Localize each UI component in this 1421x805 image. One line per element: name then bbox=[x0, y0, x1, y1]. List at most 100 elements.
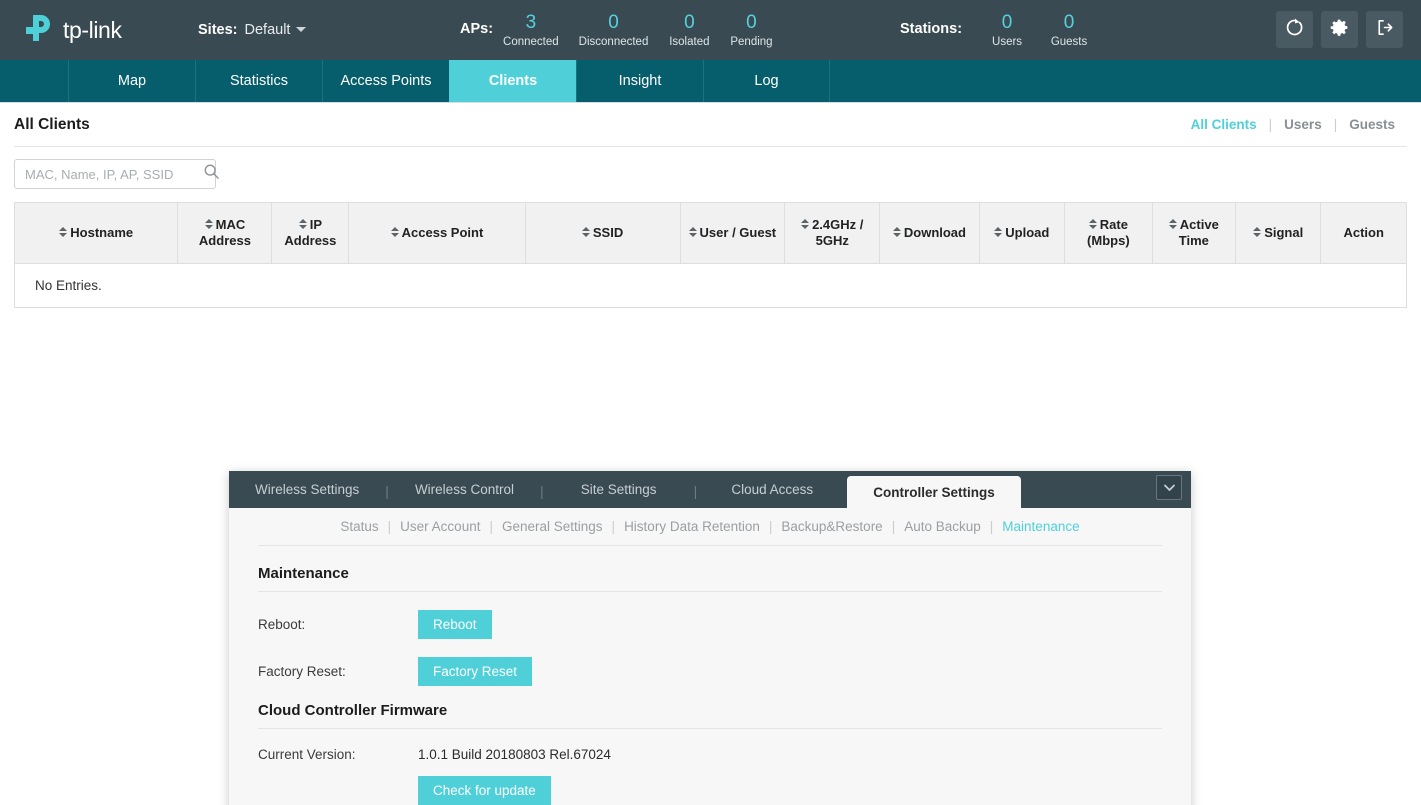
col-label: Access Point bbox=[401, 225, 484, 240]
sort-icon bbox=[204, 219, 213, 229]
current-version-label: Current Version: bbox=[258, 747, 356, 762]
factory-reset-row: Factory Reset: Factory Reset bbox=[258, 657, 1162, 686]
controller-settings-subtabs: Status | User Account | General Settings… bbox=[258, 508, 1162, 546]
stat-aps-pending[interactable]: 0 Pending bbox=[720, 12, 782, 49]
stat-value: 3 bbox=[525, 12, 537, 33]
sort-icon bbox=[892, 227, 901, 237]
search-input[interactable] bbox=[23, 165, 203, 183]
main-navigation: Map Statistics Access Points Clients Ins… bbox=[0, 60, 1421, 103]
sites-label: Sites: bbox=[198, 22, 238, 38]
stat-value: 0 bbox=[608, 12, 619, 33]
sort-icon bbox=[581, 227, 590, 237]
refresh-button[interactable] bbox=[1276, 11, 1313, 48]
col-label: User / Guest bbox=[699, 225, 777, 240]
reboot-button[interactable]: Reboot bbox=[418, 610, 492, 639]
panel-tab-site-settings[interactable]: Site Settings bbox=[544, 471, 694, 508]
factory-reset-label: Factory Reset: bbox=[258, 664, 346, 679]
table-header-row: Hostname MAC Address IP Address Access P… bbox=[13, 202, 1407, 264]
top-header-bar: tp-link Sites: Default APs: 3 Connected … bbox=[0, 0, 1421, 60]
sort-icon bbox=[688, 227, 697, 237]
chevron-down-icon bbox=[296, 27, 307, 32]
col-action: Action bbox=[1320, 202, 1407, 264]
check-for-update-button[interactable]: Check for update bbox=[418, 776, 551, 805]
factory-reset-button[interactable]: Factory Reset bbox=[418, 657, 533, 686]
nav-item-statistics[interactable]: Statistics bbox=[195, 60, 322, 102]
stat-aps-connected[interactable]: 3 Connected bbox=[493, 12, 569, 49]
sort-icon bbox=[1168, 219, 1177, 229]
panel-tab-cloud-access[interactable]: Cloud Access bbox=[697, 471, 847, 508]
sort-icon bbox=[390, 227, 399, 237]
logout-button[interactable] bbox=[1366, 11, 1403, 48]
brand-logo[interactable]: tp-link bbox=[22, 11, 150, 49]
refresh-icon bbox=[1284, 17, 1305, 43]
empty-message: No Entries. bbox=[14, 263, 1407, 308]
col-active-time[interactable]: Active Time bbox=[1151, 202, 1236, 264]
col-label: Active Time bbox=[1178, 217, 1219, 248]
subtab-general-settings[interactable]: General Settings bbox=[493, 519, 612, 534]
panel-tab-controller-settings[interactable]: Controller Settings bbox=[847, 476, 1021, 508]
col-band[interactable]: 2.4GHz / 5GHz bbox=[784, 202, 881, 264]
subtab-maintenance[interactable]: Maintenance bbox=[993, 519, 1088, 534]
client-filter-links: All Clients | Users | Guests bbox=[1179, 117, 1407, 132]
subtab-backup-restore[interactable]: Backup&Restore bbox=[772, 519, 891, 534]
sort-icon bbox=[994, 227, 1003, 237]
stat-stations-guests[interactable]: 0 Guests bbox=[1038, 12, 1100, 49]
stat-caption: Guests bbox=[1050, 36, 1088, 48]
col-label: IP Address bbox=[284, 217, 337, 248]
col-mac-address[interactable]: MAC Address bbox=[177, 202, 273, 264]
nav-item-map[interactable]: Map bbox=[68, 60, 195, 102]
stat-value: 0 bbox=[746, 12, 757, 33]
current-version-value: 1.0.1 Build 20180803 Rel.67024 bbox=[418, 747, 611, 762]
search-icon[interactable] bbox=[203, 163, 220, 185]
panel-collapse-button[interactable] bbox=[1156, 475, 1182, 500]
nav-item-log[interactable]: Log bbox=[703, 60, 830, 102]
filter-users[interactable]: Users bbox=[1272, 117, 1334, 132]
stat-aps-disconnected[interactable]: 0 Disconnected bbox=[569, 12, 659, 49]
panel-tab-wireless-control[interactable]: Wireless Control bbox=[389, 471, 540, 508]
settings-panel: Wireless Settings | Wireless Control | S… bbox=[229, 471, 1191, 805]
col-label: Action bbox=[1343, 225, 1384, 240]
aps-stats-group: APs: 3 Connected 0 Disconnected 0 Isolat… bbox=[460, 12, 783, 49]
col-hostname[interactable]: Hostname bbox=[13, 202, 179, 264]
filter-guests[interactable]: Guests bbox=[1337, 117, 1407, 132]
col-ip-address[interactable]: IP Address bbox=[271, 202, 350, 264]
subtab-history-data-retention[interactable]: History Data Retention bbox=[615, 519, 769, 534]
stat-stations-users[interactable]: 0 Users bbox=[976, 12, 1038, 49]
nav-left-spacer bbox=[0, 60, 68, 102]
stat-aps-isolated[interactable]: 0 Isolated bbox=[658, 12, 720, 49]
col-label: SSID bbox=[592, 225, 624, 240]
col-ssid[interactable]: SSID bbox=[524, 202, 681, 264]
stat-caption: Isolated bbox=[669, 36, 710, 48]
subtab-user-account[interactable]: User Account bbox=[391, 519, 489, 534]
search-row bbox=[14, 147, 1407, 202]
sort-icon bbox=[298, 219, 307, 229]
aps-label: APs: bbox=[460, 21, 494, 37]
site-selector[interactable]: Sites: Default bbox=[198, 22, 307, 38]
chevron-down-icon bbox=[1163, 479, 1176, 497]
nav-item-clients[interactable]: Clients bbox=[449, 60, 576, 102]
subtab-status[interactable]: Status bbox=[331, 519, 387, 534]
stations-stats-group: Stations: 0 Users 0 Guests bbox=[900, 12, 1100, 49]
col-download[interactable]: Download bbox=[879, 202, 980, 264]
col-label: Hostname bbox=[70, 225, 134, 240]
stat-value: 0 bbox=[1063, 12, 1075, 33]
gear-icon bbox=[1329, 17, 1350, 43]
panel-tab-wireless-settings[interactable]: Wireless Settings bbox=[229, 471, 385, 508]
nav-item-access-points[interactable]: Access Points bbox=[322, 60, 449, 102]
stat-value: 0 bbox=[1001, 12, 1013, 33]
stat-caption: Disconnected bbox=[578, 36, 649, 48]
col-access-point[interactable]: Access Point bbox=[348, 202, 526, 264]
sort-icon bbox=[1088, 219, 1097, 229]
settings-button[interactable] bbox=[1321, 11, 1358, 48]
page-title: All Clients bbox=[14, 115, 90, 133]
filter-all-clients[interactable]: All Clients bbox=[1179, 117, 1269, 132]
col-user-guest[interactable]: User / Guest bbox=[679, 202, 786, 264]
search-box[interactable] bbox=[14, 159, 219, 189]
nav-item-insight[interactable]: Insight bbox=[576, 60, 703, 102]
col-rate[interactable]: Rate (Mbps) bbox=[1064, 202, 1153, 264]
col-signal[interactable]: Signal bbox=[1234, 202, 1322, 264]
col-label: Signal bbox=[1264, 225, 1304, 240]
reboot-label: Reboot: bbox=[258, 617, 306, 632]
col-upload[interactable]: Upload bbox=[978, 202, 1066, 264]
subtab-auto-backup[interactable]: Auto Backup bbox=[895, 519, 990, 534]
